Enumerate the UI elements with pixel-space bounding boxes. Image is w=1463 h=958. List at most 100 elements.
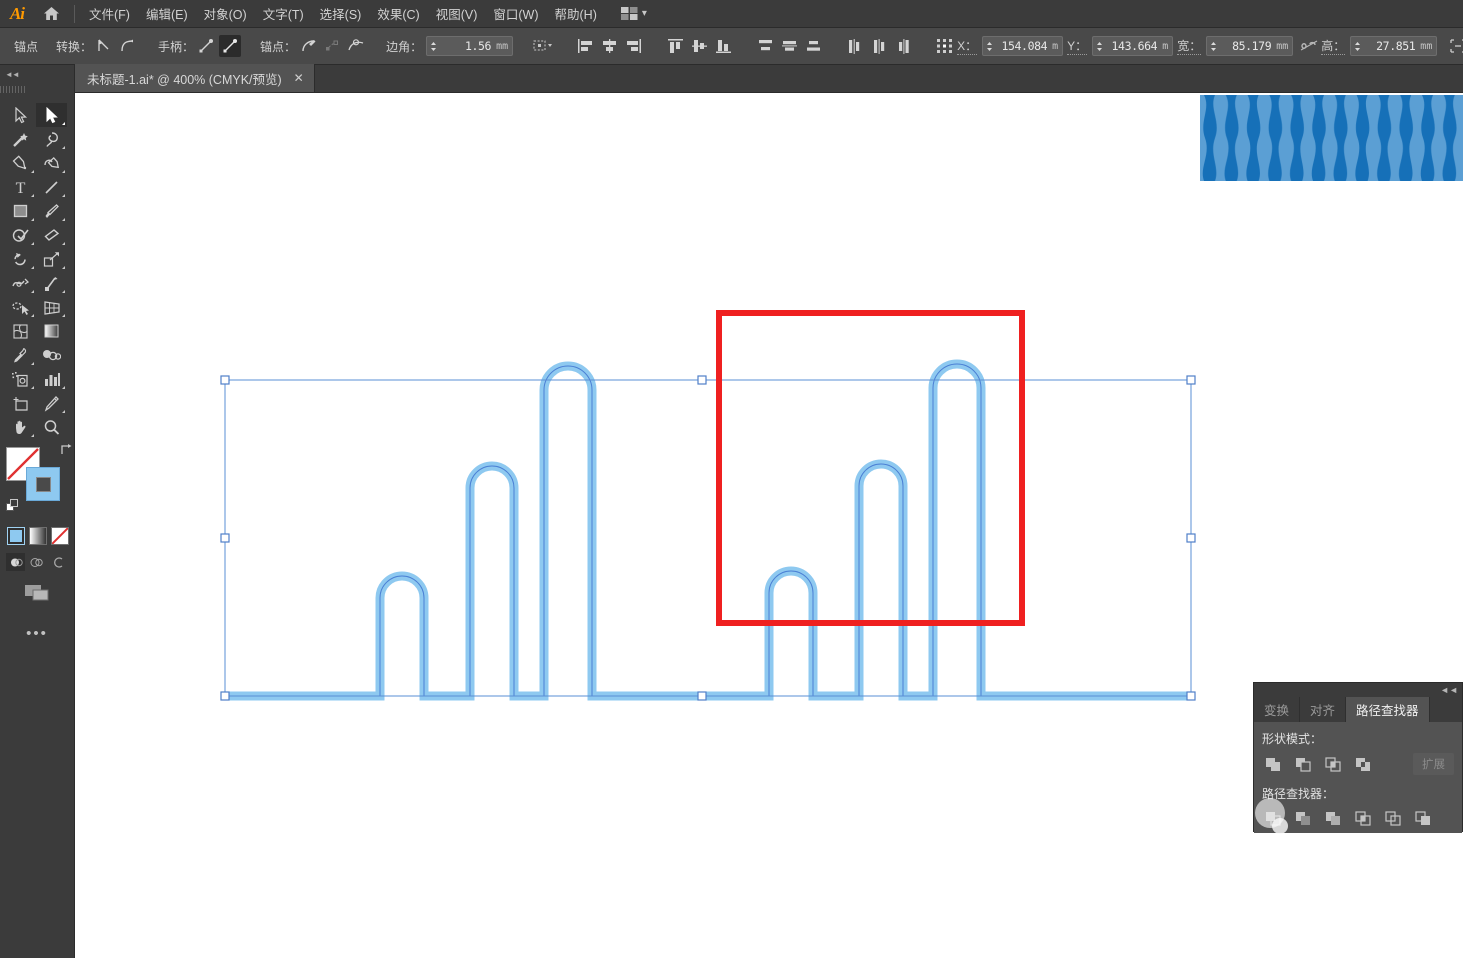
distribute-horizontal-center-icon[interactable] xyxy=(868,35,890,57)
close-icon[interactable]: ✕ xyxy=(292,72,306,84)
line-segment-tool[interactable] xyxy=(36,175,67,199)
minus-back-icon[interactable] xyxy=(1412,808,1434,828)
connect-anchors-icon[interactable] xyxy=(321,35,343,57)
unite-icon[interactable] xyxy=(1262,754,1284,774)
cut-path-at-anchor-icon[interactable] xyxy=(345,35,367,57)
align-vertical-center-icon[interactable] xyxy=(688,35,710,57)
tools-panel-grip[interactable] xyxy=(0,86,26,93)
menu-view[interactable]: 视图(V) xyxy=(428,0,486,27)
distribute-left-icon[interactable] xyxy=(844,35,866,57)
outline-icon[interactable] xyxy=(1382,808,1404,828)
x-position-field[interactable]: 154.084 m xyxy=(982,36,1064,56)
height-stepper[interactable] xyxy=(1351,41,1364,52)
y-position-field[interactable]: 143.664 m xyxy=(1092,36,1174,56)
more-options-icon[interactable] xyxy=(1447,35,1463,57)
magic-wand-tool[interactable] xyxy=(5,127,36,151)
intersect-icon[interactable] xyxy=(1322,754,1344,774)
crop-icon[interactable] xyxy=(1352,808,1374,828)
transform-bounds-icon[interactable] xyxy=(532,35,554,57)
none-icon[interactable] xyxy=(51,527,69,545)
trim-icon[interactable] xyxy=(1292,808,1314,828)
shaper-tool[interactable] xyxy=(5,223,36,247)
align-bottom-icon[interactable] xyxy=(712,35,734,57)
document-tab[interactable]: 未标题-1.ai* @ 400% (CMYK/预览) ✕ xyxy=(75,64,315,92)
minus-front-icon[interactable] xyxy=(1292,754,1314,774)
align-right-icon[interactable] xyxy=(622,35,644,57)
draw-behind-icon[interactable] xyxy=(27,553,46,571)
remove-anchor-icon[interactable] xyxy=(297,35,319,57)
free-transform-tool[interactable] xyxy=(36,271,67,295)
distribute-top-icon[interactable] xyxy=(754,35,776,57)
distribute-vertical-center-icon[interactable] xyxy=(778,35,800,57)
paintbrush-tool[interactable] xyxy=(36,199,67,223)
home-icon[interactable] xyxy=(34,0,68,28)
tab-transform[interactable]: 变换 xyxy=(1254,697,1301,722)
merge-icon[interactable] xyxy=(1322,808,1344,828)
y-stepper[interactable] xyxy=(1093,41,1106,52)
draw-normal-icon[interactable] xyxy=(6,553,25,571)
color-icon[interactable] xyxy=(7,527,25,545)
change-screen-mode-icon[interactable] xyxy=(0,581,74,603)
pen-tool[interactable] xyxy=(5,151,36,175)
lasso-tool[interactable] xyxy=(36,127,67,151)
align-top-icon[interactable] xyxy=(664,35,686,57)
menu-object[interactable]: 对象(O) xyxy=(196,0,255,27)
zoom-tool[interactable] xyxy=(36,415,67,439)
blend-tool[interactable] xyxy=(36,343,67,367)
scale-tool[interactable] xyxy=(36,247,67,271)
exclude-icon[interactable] xyxy=(1352,754,1374,774)
convert-to-smooth-icon[interactable] xyxy=(117,35,139,57)
eraser-tool[interactable] xyxy=(36,223,67,247)
eyedropper-tool[interactable] xyxy=(5,343,36,367)
height-field[interactable]: 27.851 mm xyxy=(1350,36,1438,56)
hide-handles-icon[interactable] xyxy=(219,35,242,57)
convert-to-corner-icon[interactable] xyxy=(93,35,115,57)
hand-tool[interactable] xyxy=(5,415,36,439)
menu-effect[interactable]: 效果(C) xyxy=(369,0,427,27)
menu-type[interactable]: 文字(T) xyxy=(255,0,312,27)
reference-point-icon[interactable] xyxy=(934,35,956,57)
width-field[interactable]: 85.179 mm xyxy=(1206,36,1294,56)
divide-icon[interactable] xyxy=(1262,808,1284,828)
menu-file[interactable]: 文件(F) xyxy=(81,0,138,27)
distribute-bottom-icon[interactable] xyxy=(802,35,824,57)
align-left-icon[interactable] xyxy=(574,35,596,57)
align-horizontal-center-icon[interactable] xyxy=(598,35,620,57)
gradient-tool[interactable] xyxy=(36,319,67,343)
perspective-grid-tool[interactable] xyxy=(36,295,67,319)
stroke-color-swatch[interactable] xyxy=(26,467,60,501)
x-stepper[interactable] xyxy=(983,41,996,52)
menu-window[interactable]: 窗口(W) xyxy=(485,0,546,27)
arrange-documents-icon[interactable]: ▾ xyxy=(615,4,653,23)
distribute-right-icon[interactable] xyxy=(892,35,914,57)
rotate-tool[interactable] xyxy=(5,247,36,271)
tab-pathfinder[interactable]: 路径查找器 xyxy=(1346,697,1430,722)
menu-help[interactable]: 帮助(H) xyxy=(547,0,605,27)
show-handles-icon[interactable] xyxy=(195,35,217,57)
symbol-sprayer-tool[interactable] xyxy=(5,367,36,391)
swap-fill-stroke-icon[interactable] xyxy=(59,443,72,461)
menu-edit[interactable]: 编辑(E) xyxy=(138,0,196,27)
width-tool[interactable] xyxy=(5,271,36,295)
pathfinder-panel-titlebar[interactable]: ◄◄ xyxy=(1254,683,1462,697)
direct-selection-tool[interactable] xyxy=(5,103,36,127)
collapse-panel-icon[interactable]: ◄◄ xyxy=(5,70,20,79)
curvature-tool[interactable] xyxy=(36,151,67,175)
rectangle-tool[interactable] xyxy=(5,199,36,223)
mesh-tool[interactable] xyxy=(5,319,36,343)
corner-radius-field[interactable]: 1.56 mm xyxy=(426,36,514,56)
draw-inside-icon[interactable] xyxy=(48,553,67,571)
slice-tool[interactable] xyxy=(36,391,67,415)
more-tools-icon[interactable]: ••• xyxy=(0,625,74,642)
selection-tool[interactable] xyxy=(36,103,67,127)
expand-button[interactable]: 扩展 xyxy=(1413,753,1454,775)
gradient-icon[interactable] xyxy=(29,527,47,545)
width-stepper[interactable] xyxy=(1207,41,1220,52)
column-graph-tool[interactable] xyxy=(36,367,67,391)
corner-stepper[interactable] xyxy=(427,41,440,52)
artboard-tool[interactable] xyxy=(5,391,36,415)
type-tool[interactable]: T xyxy=(5,175,36,199)
menu-select[interactable]: 选择(S) xyxy=(312,0,370,27)
default-fill-stroke-icon[interactable] xyxy=(6,499,21,519)
shape-builder-tool[interactable] xyxy=(5,295,36,319)
